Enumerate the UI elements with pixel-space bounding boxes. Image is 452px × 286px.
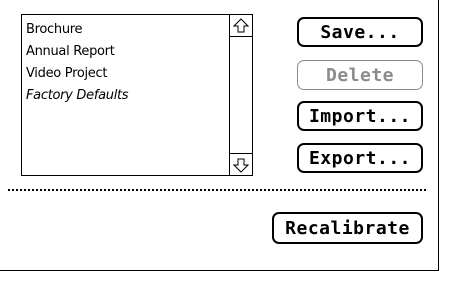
list-scrollbar[interactable] <box>229 15 252 175</box>
list-item-factory-defaults[interactable]: Factory Defaults <box>26 85 226 107</box>
delete-button[interactable]: Delete <box>297 60 423 90</box>
panel-right-border <box>438 0 439 271</box>
scroll-down-arrow-icon <box>233 158 249 173</box>
scroll-up-button[interactable] <box>230 15 252 37</box>
dotted-separator <box>8 189 426 191</box>
list-item-video-project[interactable]: Video Project <box>26 63 226 85</box>
export-button[interactable]: Export... <box>297 143 423 173</box>
scroll-up-arrow-icon <box>233 17 249 32</box>
import-button[interactable]: Import... <box>297 101 423 131</box>
list-item-brochure[interactable]: Brochure <box>26 19 226 41</box>
recalibrate-button[interactable]: Recalibrate <box>272 212 423 244</box>
save-button[interactable]: Save... <box>297 17 423 47</box>
scroll-down-button[interactable] <box>230 153 252 175</box>
presets-list[interactable]: Brochure Annual Report Video Project Fac… <box>21 14 253 176</box>
panel-bottom-border <box>0 270 439 271</box>
presets-list-items: Brochure Annual Report Video Project Fac… <box>26 19 226 107</box>
list-item-annual-report[interactable]: Annual Report <box>26 41 226 63</box>
